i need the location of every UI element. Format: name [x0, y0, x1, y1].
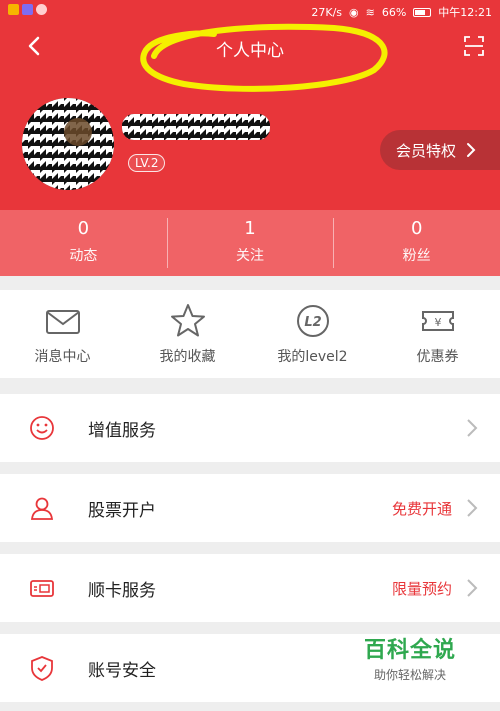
star-icon — [170, 304, 205, 337]
page-title: 个人中心 — [216, 41, 284, 61]
level-badge: LV.2 — [128, 154, 166, 172]
shortcut-messages[interactable]: 消息中心 — [0, 290, 125, 378]
cloud-icon — [36, 4, 47, 15]
level2-badge-text: L2 — [304, 315, 321, 330]
watermark-title: 百科全说 — [363, 638, 456, 663]
menu-row-label: 增值服务 — [88, 421, 156, 441]
status-bar: 27K/s ◉ ≋ 66% 中午12:21 — [0, 0, 500, 22]
coupon-badge-text: ¥ — [434, 316, 441, 329]
net-speed: 27K/s — [311, 5, 343, 19]
coupon-icon: ¥ — [421, 311, 454, 331]
chevron-right-icon — [467, 579, 478, 597]
shortcut-label: 优惠券 — [416, 349, 459, 365]
menu-row-open-account[interactable]: 股票开户 免费开通 — [0, 474, 500, 542]
smile-icon — [30, 416, 54, 440]
profile-header: 个人中心 LV.2 会员特权 — [0, 22, 500, 210]
stat-value: 1 — [244, 218, 256, 239]
shortcut-favorites[interactable]: 我的收藏 — [125, 290, 250, 378]
user-icon — [30, 497, 54, 520]
stat-value: 0 — [77, 218, 90, 239]
username-redacted — [122, 114, 270, 140]
shortcut-coupons[interactable]: ¥ 优惠券 — [375, 290, 500, 378]
menu-row-value-added[interactable]: 增值服务 — [0, 394, 500, 462]
level2-icon: L2 — [296, 305, 329, 337]
card-icon — [30, 580, 54, 597]
chevron-right-icon — [467, 419, 478, 437]
vip-privileges-button[interactable]: 会员特权 — [380, 130, 500, 170]
menu-row-label: 股票开户 — [88, 501, 156, 521]
stat-label: 关注 — [236, 248, 264, 264]
chevron-right-icon — [467, 143, 476, 157]
shortcut-level2[interactable]: L2 我的level2 — [250, 290, 375, 378]
app-notification-icon — [22, 4, 33, 15]
stat-label: 粉丝 — [402, 248, 431, 264]
stat-following[interactable]: 1 关注 — [166, 210, 334, 276]
notification-icons — [8, 4, 47, 15]
watermark-subtitle: 助你轻松解决 — [373, 668, 446, 682]
watermark: 百科全说 助你轻松解决 — [350, 632, 470, 683]
menu-row-card-service[interactable]: 顺卡服务 限量预约 — [0, 554, 500, 622]
stat-followers[interactable]: 0 粉丝 — [333, 210, 500, 276]
menu-row-label: 顺卡服务 — [88, 581, 156, 601]
stats-bar: 0 动态 1 关注 0 粉丝 — [0, 210, 500, 276]
menu-row-note: 免费开通 — [391, 500, 452, 518]
scan-icon[interactable] — [462, 34, 486, 58]
mail-icon — [45, 310, 80, 334]
clock: 中午12:21 — [438, 6, 492, 19]
app-notification-icon — [8, 4, 19, 15]
shortcut-label: 我的收藏 — [159, 349, 216, 365]
shortcut-label: 消息中心 — [34, 349, 91, 365]
stat-value: 0 — [410, 218, 423, 239]
eye-icon: ◉ — [349, 5, 359, 19]
stat-posts[interactable]: 0 动态 — [0, 210, 167, 276]
wifi-icon: ≋ — [365, 5, 375, 19]
stat-label: 动态 — [69, 248, 98, 264]
menu-row-label: 账号安全 — [88, 661, 156, 681]
battery-icon — [413, 7, 432, 17]
battery-percent: 66% — [381, 5, 407, 19]
vip-label: 会员特权 — [396, 141, 457, 160]
chevron-right-icon — [467, 499, 478, 517]
avatar[interactable] — [22, 98, 114, 190]
menu-row-note: 限量预约 — [391, 580, 452, 598]
shield-icon — [31, 656, 53, 681]
shortcut-label: 我的level2 — [277, 349, 348, 365]
shortcut-grid: 消息中心 我的收藏 L2 我的level2 ¥ 优惠券 — [0, 290, 500, 378]
